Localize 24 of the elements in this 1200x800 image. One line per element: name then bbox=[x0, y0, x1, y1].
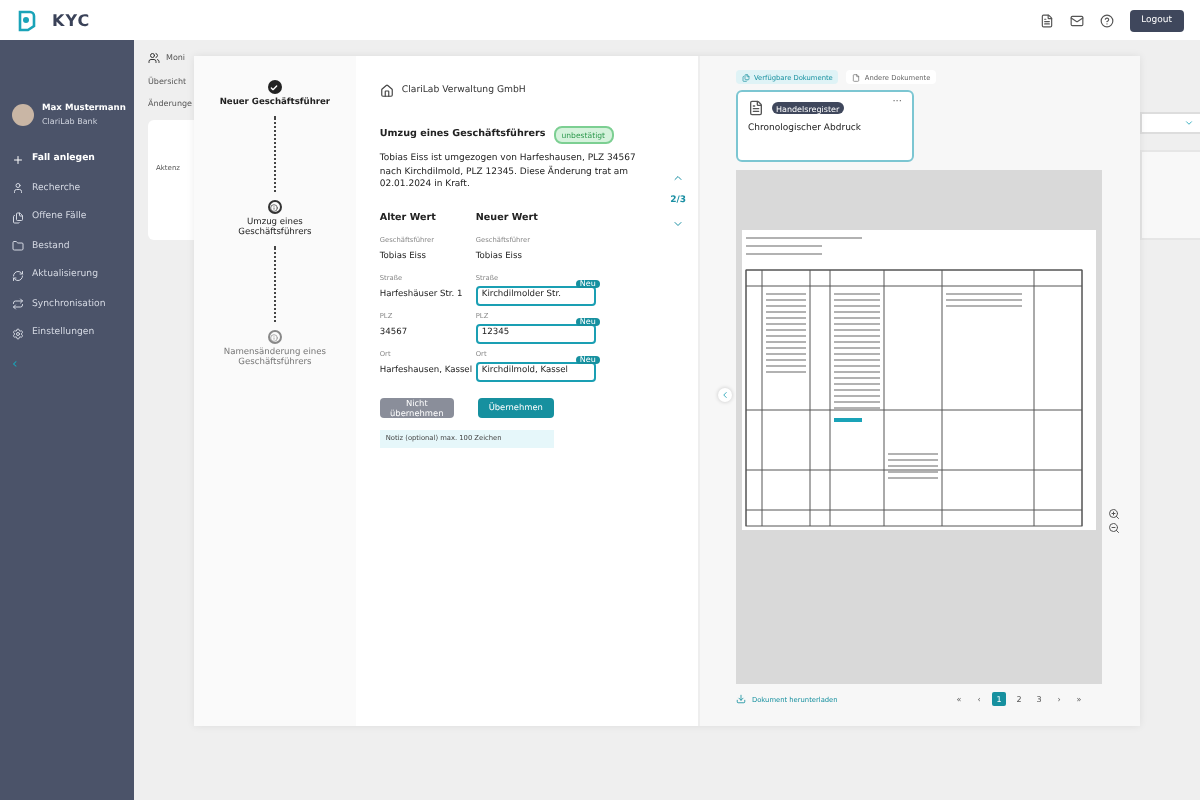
mail-icon[interactable] bbox=[1069, 13, 1084, 27]
people-icon bbox=[148, 52, 160, 64]
refresh-icon bbox=[12, 269, 24, 281]
person-icon bbox=[12, 182, 24, 194]
file-icon bbox=[852, 73, 861, 81]
folder-icon bbox=[12, 240, 24, 252]
files-icon bbox=[742, 73, 750, 81]
zoom-out-icon[interactable] bbox=[1108, 522, 1120, 534]
logo-icon bbox=[16, 9, 36, 31]
logo-text: KYC bbox=[52, 11, 91, 29]
files-icon bbox=[12, 211, 24, 223]
avatar bbox=[12, 104, 34, 126]
info-icon bbox=[267, 200, 282, 214]
pdf-file-icon bbox=[748, 100, 764, 116]
check-icon bbox=[267, 80, 282, 94]
info-icon bbox=[267, 330, 282, 344]
zoom-in-icon[interactable] bbox=[1108, 508, 1120, 520]
document-icon[interactable] bbox=[1039, 13, 1054, 27]
help-icon[interactable] bbox=[1099, 13, 1114, 27]
plus-icon bbox=[12, 153, 24, 165]
gear-icon bbox=[12, 327, 24, 339]
sync-icon bbox=[12, 298, 24, 310]
house-icon bbox=[379, 84, 394, 98]
chevron-down-icon bbox=[1184, 118, 1194, 128]
